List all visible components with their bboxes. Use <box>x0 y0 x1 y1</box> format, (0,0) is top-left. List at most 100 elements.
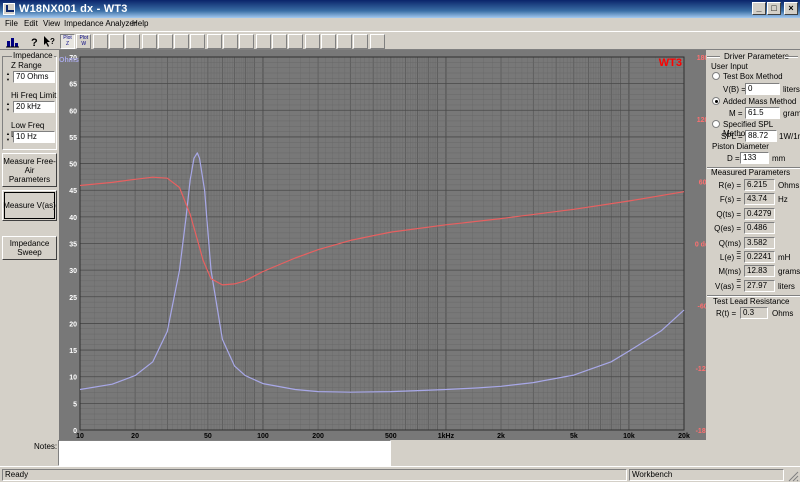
y-tick-label: 45 <box>69 188 77 195</box>
measured-value: 0.2241 <box>744 251 775 263</box>
graph-button-15[interactable] <box>288 34 304 49</box>
graph-button-8[interactable] <box>174 34 190 49</box>
menu-file[interactable]: File <box>5 19 18 28</box>
context-help-icon: ? <box>44 36 55 47</box>
rt-label: R(t) = <box>716 309 737 318</box>
graph-button-1[interactable]: Plot Z <box>60 34 75 49</box>
graph-button-16[interactable] <box>304 34 320 49</box>
vb-input[interactable]: 0 <box>745 83 780 95</box>
user-input-label: User Input <box>711 62 748 71</box>
graph-button-3[interactable] <box>92 34 108 49</box>
x-tick-label: 20k <box>678 433 690 440</box>
y-tick-label: 5 <box>73 401 77 408</box>
graph-button-13[interactable] <box>255 34 271 49</box>
impedance-sweep-button[interactable]: Impedance Sweep <box>2 236 57 260</box>
measured-value: 6.215 <box>744 179 775 191</box>
graph-button-11[interactable] <box>223 34 238 49</box>
maximize-button[interactable]: □ <box>767 2 781 15</box>
rt-input[interactable]: 0.3 <box>740 307 768 319</box>
measured-label: R(e) = <box>718 181 741 190</box>
hi-freq-spinner[interactable]: ▲ ▼ <box>5 101 11 113</box>
graph-button-19[interactable] <box>353 34 369 49</box>
window-title: W18NX001 dx - WT3 <box>19 3 128 15</box>
graph-button-sub-label: W <box>81 41 87 47</box>
toolbar-context-help-button[interactable]: ? <box>42 34 57 49</box>
spl-input[interactable]: 88.72 <box>745 130 777 142</box>
question-glyph: ? <box>31 37 38 49</box>
graph-button-sub-label: Z <box>65 41 70 47</box>
minimize-button[interactable]: _ <box>752 2 766 15</box>
z-range-input[interactable]: 70 Ohms <box>13 71 55 83</box>
low-freq-spinner[interactable]: ▲ ▼ <box>5 131 11 143</box>
graph-button-6[interactable] <box>141 34 157 49</box>
chart-icon <box>6 38 19 48</box>
graph-button-5[interactable] <box>125 34 141 49</box>
x-tick-label: 1kHz <box>438 433 455 440</box>
y-tick-label: 55 <box>69 135 77 142</box>
toolbar-chart-button[interactable] <box>5 34 20 49</box>
graph-button-4[interactable] <box>108 34 124 49</box>
spl-unit: 1W/1m <box>779 132 800 141</box>
measure-free-air-button[interactable]: Measure Free-Air Parameters <box>2 153 57 187</box>
measured-unit: grams <box>778 267 800 277</box>
measured-value: 3.582 <box>744 236 775 249</box>
impedance-plot[interactable]: 70 65 60 55 50 45 40 35 30 25 20 15 10 5 0 Ohms 10 20 50 10… <box>59 50 706 440</box>
specified-spl-method-radio[interactable] <box>712 120 720 128</box>
notes-row: Notes: <box>0 440 800 466</box>
graph-button-17[interactable] <box>320 34 336 49</box>
y-tick-label: 60 <box>69 108 77 115</box>
graph-button-20[interactable] <box>369 34 385 49</box>
measured-value: 12.83 <box>744 265 775 278</box>
test-box-method-radio[interactable] <box>712 72 720 80</box>
phase-tick-label: 60° <box>699 178 706 186</box>
measure-vas-button[interactable]: Measure V(as) <box>2 190 57 221</box>
low-freq-limit-input[interactable]: 10 Hz <box>13 131 55 143</box>
driver-parameters-panel: Driver Parameters User Input Test Box Me… <box>707 50 800 465</box>
y-tick-label: 50 <box>69 162 77 169</box>
measured-label: L(e) = <box>719 253 741 262</box>
impedance-panel: Impedance Z Range ▲ ▼ 70 Ohms Hi Freq Lim… <box>0 50 58 440</box>
menu-impedance-analyzer[interactable]: Impedance Analyzer <box>64 19 137 28</box>
graph-button-14[interactable] <box>271 34 287 49</box>
close-button[interactable]: × <box>784 2 798 15</box>
graph-button-12[interactable] <box>239 34 255 49</box>
window-titlebar[interactable]: W18NX001 dx - WT3 _ □ × <box>0 0 800 18</box>
diameter-input[interactable]: 133 <box>740 152 769 164</box>
graph-button-9[interactable] <box>190 34 206 49</box>
notes-label: Notes: <box>34 442 58 451</box>
measured-label: Q(es) = <box>714 224 741 234</box>
mass-input[interactable]: 61.5 <box>745 107 780 119</box>
added-mass-method-radio[interactable] <box>712 97 720 105</box>
phase-tick-label: 180° <box>697 54 706 62</box>
spin-down-icon[interactable]: ▼ <box>5 77 11 83</box>
measured-label: V(as) = <box>714 281 741 291</box>
app-icon <box>3 3 15 15</box>
measured-parameters-label: Measured Parameters <box>711 168 791 177</box>
menu-bar: File Edit View Impedance Analyzer Help <box>0 18 800 31</box>
hi-freq-limit-input[interactable]: 20 kHz <box>13 101 55 113</box>
question-icon: ? <box>31 37 38 49</box>
toolbar-help-button[interactable]: ? <box>27 34 42 49</box>
measured-value: 0.4279 <box>744 207 775 220</box>
added-mass-method-label[interactable]: Added Mass Method <box>723 97 796 106</box>
measured-label: F(s) = <box>719 195 741 205</box>
graph-button-18[interactable] <box>337 34 353 49</box>
menu-view[interactable]: View <box>43 19 60 28</box>
graph-button-10[interactable] <box>206 34 222 49</box>
spin-down-icon[interactable]: ▼ <box>5 137 11 143</box>
z-range-spinner[interactable]: ▲ ▼ <box>5 71 11 83</box>
status-workbench: Workbench <box>629 469 784 481</box>
y-tick-label: 15 <box>69 348 77 355</box>
notes-input[interactable] <box>58 440 391 466</box>
graph-button-7[interactable] <box>157 34 173 49</box>
y-tick-label: 35 <box>69 242 77 249</box>
resize-grip-icon[interactable] <box>787 470 799 482</box>
graph-button-2[interactable]: Plot W <box>76 34 92 49</box>
test-box-method-label[interactable]: Test Box Method <box>723 72 783 81</box>
menu-edit[interactable]: Edit <box>24 19 38 28</box>
menu-help[interactable]: Help <box>132 19 148 28</box>
phase-tick-label: -180° <box>696 427 706 435</box>
measured-value: 0.486 <box>744 222 775 235</box>
y-tick-label: 10 <box>69 375 77 382</box>
spin-down-icon[interactable]: ▼ <box>5 107 11 113</box>
